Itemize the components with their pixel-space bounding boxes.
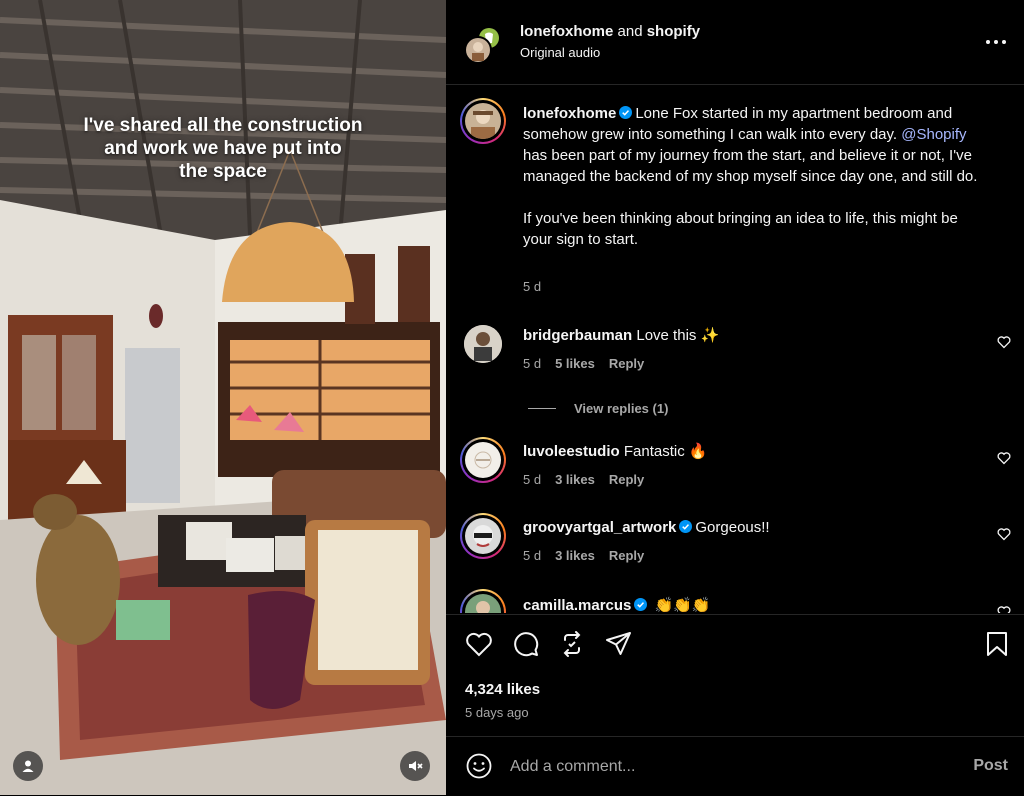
heart-outline-icon[interactable] — [997, 335, 1011, 349]
comment-bubble-icon[interactable] — [511, 629, 541, 659]
verified-badge-icon — [634, 598, 648, 611]
overlay-line: the space — [179, 161, 267, 182]
repost-icon[interactable] — [557, 629, 587, 659]
mute-toggle-button[interactable] — [400, 751, 430, 781]
caption-paragraph-2: If you've been thinking about bringing a… — [523, 210, 958, 248]
audio-link[interactable]: Original audio — [520, 45, 600, 60]
comment-likes[interactable]: 3 likes — [555, 548, 595, 563]
emoji-icon[interactable] — [465, 752, 493, 780]
speaker-muted-icon — [409, 761, 423, 771]
story-ring[interactable] — [460, 589, 506, 613]
comment-text: luvoleestudio Fantastic 🔥 — [523, 441, 983, 462]
post-header: lonefoxhome and shopify Original audio — [446, 0, 1024, 85]
add-comment-bar: Post — [446, 736, 1024, 796]
instagram-post-modal: I've shared all the construction and wor… — [0, 0, 1024, 795]
collab-avatars[interactable] — [464, 28, 499, 64]
caption-meta: 5 d — [523, 279, 541, 294]
view-replies-label: View replies (1) — [574, 401, 669, 416]
comment-age[interactable]: 5 d — [523, 356, 541, 371]
tagged-users-button[interactable] — [13, 751, 43, 781]
collaborator-username[interactable]: shopify — [647, 23, 700, 40]
post-comment-button[interactable]: Post — [973, 757, 1008, 775]
mention-link[interactable]: @Shopify — [901, 126, 966, 143]
comment-username[interactable]: bridgerbauman — [523, 327, 632, 344]
verified-badge-icon — [679, 520, 693, 533]
story-ring[interactable] — [460, 437, 506, 483]
comment-age[interactable]: 5 d — [523, 548, 541, 563]
comment-text: camilla.marcus 👏👏👏 — [523, 595, 983, 613]
story-ring[interactable] — [460, 98, 506, 144]
story-ring[interactable] — [460, 513, 506, 559]
overlay-line: I've shared all the construction — [83, 115, 363, 136]
heart-outline-icon[interactable] — [997, 527, 1011, 541]
post-video[interactable]: I've shared all the construction and wor… — [0, 0, 446, 795]
author-joiner: and — [617, 23, 643, 40]
caption-username[interactable]: lonefoxhome — [523, 105, 616, 122]
comments-list[interactable]: lonefoxhome Lone Fox started in my apartm… — [446, 85, 1024, 613]
avatar[interactable] — [464, 325, 502, 363]
collab-avatar-stack — [464, 28, 499, 64]
like-heart-icon[interactable] — [464, 629, 494, 659]
user-icon — [22, 760, 34, 772]
comment-text: groovyartgal_artwork Gorgeous!! — [523, 517, 983, 538]
comment-body: Love this ✨ — [636, 327, 720, 344]
share-send-icon[interactable] — [604, 629, 634, 659]
comment-body: 👏👏👏 — [654, 597, 711, 613]
post-authors: lonefoxhome and shopify — [520, 22, 700, 42]
avatar — [465, 103, 501, 139]
divider-line — [528, 408, 556, 409]
heart-outline-icon[interactable] — [997, 605, 1011, 613]
comment-body: Gorgeous!! — [695, 519, 770, 536]
author-username[interactable]: lonefoxhome — [520, 23, 613, 40]
reply-button[interactable]: Reply — [609, 472, 644, 487]
comment-likes[interactable]: 5 likes — [555, 356, 595, 371]
comment-body: Fantastic 🔥 — [623, 443, 708, 460]
avatar — [465, 442, 501, 478]
save-bookmark-icon[interactable] — [982, 629, 1012, 659]
video-text-overlay: I've shared all the construction and wor… — [28, 114, 418, 183]
avatar — [465, 594, 501, 613]
comment-meta: 5 d 3 likes Reply — [523, 472, 644, 487]
post-date[interactable]: 5 days ago — [465, 705, 529, 720]
verified-badge-icon — [619, 106, 633, 119]
post-details-panel: lonefoxhome and shopify Original audio l… — [446, 0, 1024, 795]
comment-username[interactable]: luvoleestudio — [523, 443, 620, 460]
comment-meta: 5 d 3 likes Reply — [523, 548, 644, 563]
reply-button[interactable]: Reply — [609, 548, 644, 563]
comment-meta: 5 d 5 likes Reply — [523, 356, 644, 371]
caption-age[interactable]: 5 d — [523, 279, 541, 294]
comment-input[interactable] — [510, 755, 930, 779]
comment-username[interactable]: camilla.marcus — [523, 597, 631, 613]
post-actions: 4,324 likes 5 days ago — [446, 614, 1024, 735]
comment-age[interactable]: 5 d — [523, 472, 541, 487]
view-replies-button[interactable]: View replies (1) — [528, 401, 668, 416]
caption-text: lonefoxhome Lone Fox started in my apartm… — [523, 103, 983, 250]
caption-body-part2: has been part of my journey from the sta… — [523, 147, 978, 185]
comment-username[interactable]: groovyartgal_artwork — [523, 519, 676, 536]
more-options-button[interactable] — [984, 30, 1008, 54]
more-horizontal-icon — [986, 40, 1006, 44]
avatar — [465, 518, 501, 554]
likes-count[interactable]: 4,324 likes — [465, 681, 540, 698]
reply-button[interactable]: Reply — [609, 356, 644, 371]
heart-outline-icon[interactable] — [997, 451, 1011, 465]
overlay-line: and work we have put into — [104, 138, 342, 159]
comment-text: bridgerbauman Love this ✨ — [523, 325, 983, 346]
comment-likes[interactable]: 3 likes — [555, 472, 595, 487]
